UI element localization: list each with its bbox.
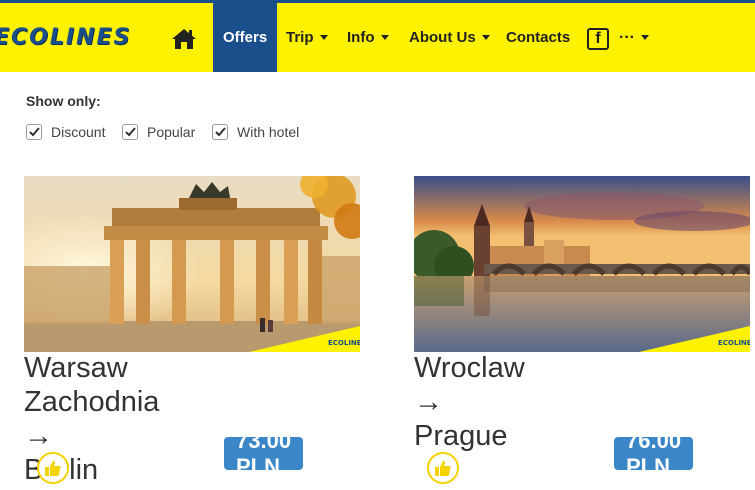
nav-offers-label: Offers [223,29,268,46]
home-icon [172,29,196,49]
more-menu-button[interactable]: ··· [619,3,649,72]
discount-label: Discount [51,124,106,140]
image-watermark: ECOLINES [718,339,750,347]
ecolines-logo[interactable]: ECOLINES [0,25,131,55]
like-button[interactable] [37,452,69,484]
chevron-down-icon [319,35,328,40]
popular-label: Popular [147,124,196,140]
offer-title[interactable]: Wroclaw → Prague [414,351,525,453]
thumbs-up-icon [45,460,61,476]
image-watermark: ECOLINES [328,339,360,347]
facebook-button[interactable]: f [587,28,609,50]
more-icon: ··· [619,28,635,46]
filter-discount[interactable]: Discount [26,124,105,140]
with-hotel-checkbox[interactable] [212,124,228,140]
checkmark-icon [124,127,136,137]
price-badge[interactable]: 73.00 PLN [224,428,304,479]
nav-info[interactable]: Info [347,3,389,72]
price-badge[interactable]: 76.00 PLN [614,428,694,479]
nav-trip-label: Trip [286,29,314,46]
chevron-down-icon [481,35,490,40]
chevron-down-icon [640,35,649,40]
with-hotel-label: With hotel [237,124,300,140]
nav-info-label: Info [347,29,375,46]
checkmark-icon [214,127,226,137]
offer-image-brandenburg-gate[interactable]: ECOLINES [24,176,360,352]
checkmark-icon [28,127,40,137]
nav-about-us[interactable]: About Us [409,3,490,72]
nav-contacts-label: Contacts [506,29,571,46]
chevron-down-icon [380,35,389,40]
popular-checkbox[interactable] [122,124,138,140]
nav-contacts[interactable]: Contacts [506,3,570,72]
nav-offers[interactable]: Offers [213,3,278,72]
filter-title: Show only: [26,93,101,109]
like-button[interactable] [427,452,459,484]
facebook-icon: f [595,30,601,47]
nav-about-us-label: About Us [409,29,476,46]
offer-image-charles-bridge[interactable]: ECOLINES [414,176,750,352]
nav-trip[interactable]: Trip [286,3,328,72]
filter-with-hotel[interactable]: With hotel [212,124,299,140]
home-button[interactable] [170,25,198,53]
discount-checkbox[interactable] [26,124,42,140]
top-navigation-bar: ECOLINES Offers Trip Info About Us Conta… [0,0,755,72]
filter-popular[interactable]: Popular [122,124,195,140]
thumbs-up-icon [435,460,451,476]
